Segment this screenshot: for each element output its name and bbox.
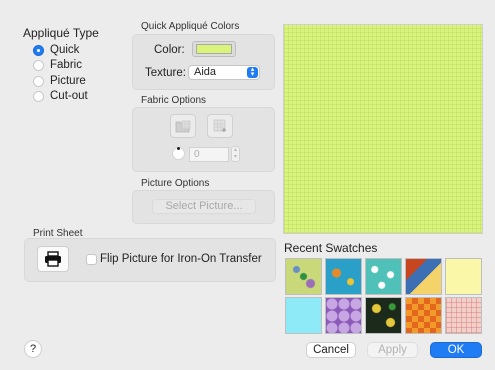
- swatch-tile[interactable]: [405, 297, 442, 334]
- radio-selected-icon: [33, 44, 44, 56]
- radio-quick[interactable]: Quick: [33, 43, 79, 57]
- swatch-tile[interactable]: [325, 258, 362, 295]
- quick-colors-title: Quick Appliqué Colors: [141, 21, 240, 32]
- help-button[interactable]: ?: [24, 340, 42, 358]
- radio-cut-out-label: Cut-out: [50, 90, 88, 102]
- fabric-stepper-field[interactable]: 0: [189, 147, 229, 162]
- color-swatch: [196, 44, 232, 54]
- swatch-tile[interactable]: [405, 258, 442, 295]
- ok-button[interactable]: OK: [430, 342, 482, 358]
- fabric-options-title: Fabric Options: [141, 95, 207, 106]
- rotation-knob[interactable]: [172, 147, 185, 160]
- radio-picture-label: Picture: [50, 75, 86, 87]
- texture-preview: [283, 24, 483, 234]
- open-folder-icon: [175, 120, 191, 133]
- applique-type-title: Appliqué Type: [23, 26, 99, 40]
- swatch-tile[interactable]: [365, 297, 402, 334]
- radio-quick-label: Quick: [50, 44, 80, 56]
- swatch-tile[interactable]: [285, 258, 322, 295]
- swatch-tile[interactable]: [285, 297, 322, 334]
- radio-unselected-icon: [33, 75, 44, 87]
- radio-cut-out[interactable]: Cut-out: [33, 89, 88, 103]
- radio-unselected-icon: [33, 59, 44, 71]
- swatch-tile[interactable]: [325, 297, 362, 334]
- print-button[interactable]: [37, 246, 69, 272]
- color-label: Color:: [154, 44, 185, 56]
- apply-button[interactable]: Apply: [367, 342, 418, 358]
- fabric-options-group: [132, 107, 275, 172]
- flip-checkbox[interactable]: [86, 254, 97, 265]
- color-well[interactable]: [192, 41, 236, 57]
- fabric-stepper[interactable]: ▴ ▾: [231, 146, 240, 162]
- swatch-tile[interactable]: [445, 258, 482, 295]
- radio-fabric-label: Fabric: [50, 59, 82, 71]
- recent-swatches-title: Recent Swatches: [284, 241, 378, 255]
- swatch-tile[interactable]: [365, 258, 402, 295]
- texture-popup[interactable]: Aida ▴ ▾: [188, 65, 260, 80]
- radio-fabric[interactable]: Fabric: [33, 58, 82, 72]
- select-picture-button[interactable]: Select Picture...: [152, 199, 256, 214]
- chevron-up-down-icon: ▴ ▾: [247, 66, 258, 78]
- add-grid-icon: [213, 119, 226, 132]
- printer-icon: [45, 251, 61, 267]
- texture-label: Texture:: [145, 67, 186, 79]
- texture-value: Aida: [194, 66, 217, 78]
- radio-picture[interactable]: Picture: [33, 74, 86, 88]
- picture-options-title: Picture Options: [141, 178, 210, 189]
- add-fabric-button[interactable]: [207, 114, 233, 138]
- flip-label: Flip Picture for Iron-On Transfer: [100, 253, 262, 265]
- radio-unselected-icon: [33, 90, 44, 102]
- cancel-button[interactable]: Cancel: [306, 342, 356, 358]
- open-fabric-button[interactable]: [170, 114, 196, 138]
- swatch-tile[interactable]: [445, 297, 482, 334]
